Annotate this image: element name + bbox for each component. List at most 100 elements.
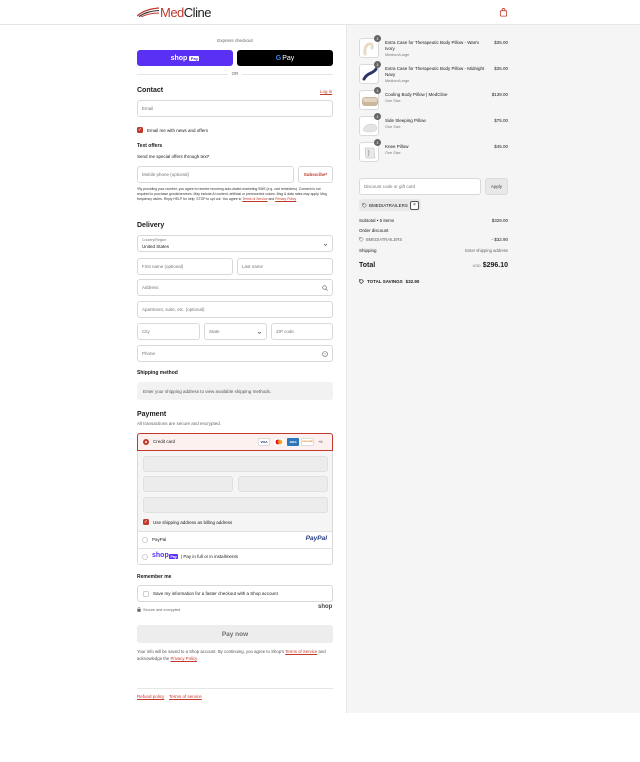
paypal-label: PayPal	[152, 537, 167, 542]
item-price: $45.00	[494, 144, 508, 149]
order-item: 1 Extra Case for Therapeutic Body Pillow…	[359, 35, 509, 60]
total-amount: USD $296.10	[473, 262, 508, 269]
brand-prefix: Med	[160, 4, 184, 20]
shop-pay-label: shop	[170, 54, 188, 62]
shop-pay-option-logo: shop	[152, 552, 169, 559]
quantity-badge: 1	[374, 61, 381, 68]
discount-code-input[interactable]: Discount code or gift card	[359, 178, 481, 195]
legal-text: Your info will be saved to a Shop accoun…	[137, 649, 285, 654]
item-name: Knee Pillow	[385, 144, 409, 149]
address-placeholder: Address	[142, 285, 159, 290]
address-input[interactable]: Address	[137, 279, 333, 296]
login-link[interactable]: Log in	[320, 89, 332, 94]
applied-code-label: BMEDIATRAILERS	[369, 202, 408, 208]
payment-subtitle: All transactions are secure and encrypte…	[137, 421, 222, 426]
google-g-icon: G	[275, 54, 282, 62]
news-checkbox[interactable]: ✓	[137, 127, 143, 133]
state-select[interactable]: State	[204, 323, 267, 340]
cooling-pillow-image	[362, 97, 378, 106]
subscribe-button[interactable]: Subscribe*	[298, 166, 333, 183]
use-shipping-checkbox[interactable]: ✓	[143, 519, 149, 525]
or-divider-label: OR	[228, 71, 242, 76]
credit-card-option[interactable]: Credit card VISA AMEX DISCOVER +6	[137, 433, 333, 451]
text-offers-heading: Text offers	[137, 143, 163, 149]
news-checkbox-row[interactable]: ✓ Email me with news and offers	[137, 127, 208, 133]
mobile-phone-input[interactable]: Mobile phone (optional)	[137, 166, 294, 183]
help-circle-icon[interactable]: ?	[322, 351, 328, 357]
card-cvc-field[interactable]	[238, 476, 328, 492]
shopping-bag-icon[interactable]	[499, 8, 508, 17]
shipping-method-heading: Shipping method	[137, 370, 178, 376]
sms-terms-link[interactable]: Terms of Service	[242, 197, 267, 201]
shop-pay-option[interactable]: shop Pay | Pay in full or in installment…	[137, 548, 333, 565]
logo-swoosh-icon	[137, 7, 159, 17]
email-input[interactable]: Email	[137, 100, 333, 117]
pay-now-button[interactable]: Pay now	[137, 625, 333, 643]
subtotal-label: Subtotal • 5 items	[359, 218, 395, 223]
phone-input[interactable]: Phone ?	[137, 345, 333, 362]
legal-terms-link[interactable]: Terms of Service	[285, 649, 317, 654]
shipping-value: Enter shipping address	[465, 248, 508, 253]
card-fields-area: ✓ Use shipping address as billing addres…	[137, 451, 333, 531]
card-number-field[interactable]	[143, 456, 328, 472]
currency-code: USD	[472, 264, 481, 268]
tag-icon	[362, 202, 367, 208]
text-offers-subtitle: Send me special offers through text*	[137, 154, 210, 159]
country-value: United States	[142, 244, 170, 249]
credit-card-radio[interactable]	[143, 439, 149, 445]
item-price: $139.00	[491, 92, 508, 97]
knee-pillow-image	[364, 147, 376, 159]
remember-me-checkbox[interactable]	[143, 590, 149, 597]
country-label: Country/Region	[142, 238, 167, 242]
paypal-radio[interactable]	[142, 537, 148, 543]
legal-privacy-link[interactable]: Privacy Policy	[170, 656, 196, 661]
phone-placeholder: Phone	[142, 351, 156, 356]
site-header: MedCline	[0, 0, 640, 25]
item-variant: Medium/Large	[385, 53, 410, 57]
payment-heading: Payment	[137, 411, 167, 418]
visa-icon: VISA	[258, 438, 270, 446]
news-label: Email me with news and offers	[147, 127, 208, 133]
city-input[interactable]: City	[137, 323, 200, 340]
sms-and: and	[268, 197, 275, 201]
item-variant: One Size	[385, 99, 401, 103]
delivery-heading: Delivery	[137, 222, 165, 229]
remove-code-icon[interactable]: ×	[409, 200, 419, 210]
product-thumbnail: 1	[359, 113, 381, 136]
sms-disclaimer: *By providing your number, you agree to …	[137, 187, 333, 202]
last-name-input[interactable]: Last name	[237, 258, 333, 275]
apply-discount-button[interactable]: Apply	[485, 178, 508, 195]
billing-checkbox-row[interactable]: ✓ Use shipping address as billing addres…	[143, 519, 232, 525]
order-discount-code: BMEDIATRAILERS	[359, 237, 402, 242]
shop-pay-radio[interactable]	[142, 554, 148, 560]
tag-icon	[359, 237, 364, 242]
contact-heading: Contact	[137, 87, 164, 94]
remember-me-option[interactable]: Save my information for a faster checkou…	[137, 585, 333, 602]
card-expiry-field[interactable]	[143, 476, 233, 492]
paypal-option[interactable]: PayPal PayPal	[137, 531, 333, 548]
remember-me-label: Save my information for a faster checkou…	[153, 591, 278, 596]
terms-of-service-link[interactable]: Terms of service	[169, 694, 202, 699]
chevron-down-icon	[257, 331, 262, 334]
google-pay-button[interactable]: G Pay	[237, 50, 333, 66]
pillow-ivory-image	[363, 42, 374, 56]
shop-legal-text: Your info will be saved to a Shop accoun…	[137, 648, 333, 662]
shop-pay-button[interactable]: shop Pay	[137, 50, 233, 66]
country-select[interactable]: Country/Region United States	[137, 235, 333, 252]
item-price: $35.00	[494, 40, 508, 45]
lock-icon	[137, 607, 141, 612]
search-icon	[322, 285, 328, 291]
item-price: $75.00	[494, 118, 508, 123]
sms-privacy-link[interactable]: Privacy Policy	[275, 197, 296, 201]
brand-suffix: Cline	[183, 4, 212, 20]
medcline-logo[interactable]: MedCline	[137, 4, 212, 20]
shop-pay-installments: | Pay in full or in installments	[181, 554, 238, 559]
product-thumbnail: 1	[359, 61, 381, 84]
item-name: Extra Case for Therapeutic Body Pillow -…	[385, 66, 485, 77]
refund-policy-link[interactable]: Refund policy	[137, 694, 164, 699]
first-name-input[interactable]: First name (optional)	[137, 258, 233, 275]
card-name-field[interactable]	[143, 497, 328, 513]
zip-input[interactable]: ZIP code	[271, 323, 333, 340]
apartment-input[interactable]: Apartment, suite, etc. (optional)	[137, 301, 333, 318]
quantity-badge: 1	[374, 35, 381, 42]
